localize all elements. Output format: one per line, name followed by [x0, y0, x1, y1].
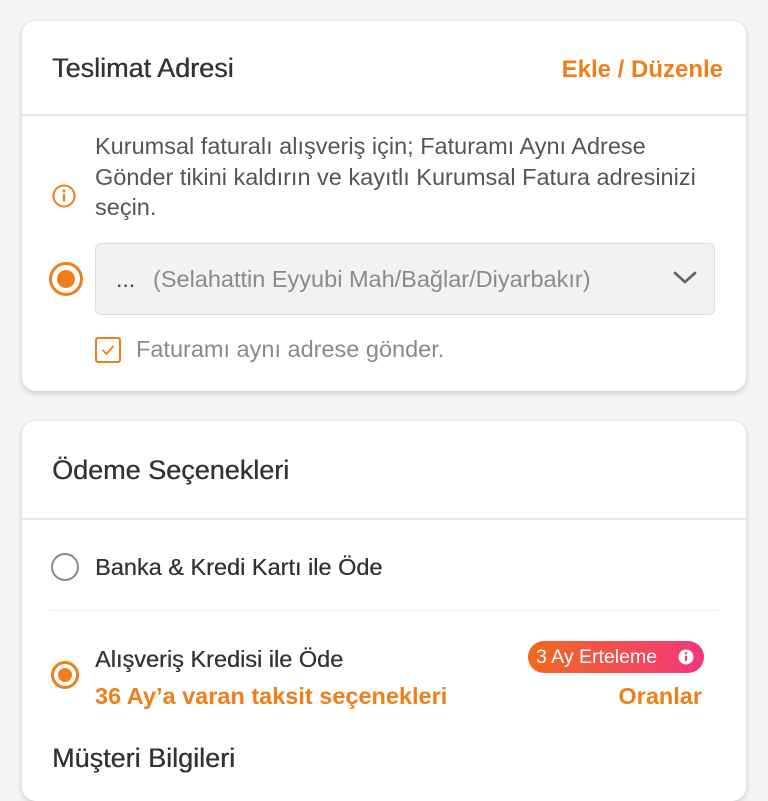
installment-subtitle: 36 Ay’a varan taksit seçenekleri	[95, 683, 448, 709]
info-text: Kurumsal faturalı alışveriş için; Fatura…	[95, 133, 696, 220]
customer-info-title: Müşteri Bilgileri	[52, 743, 236, 773]
address-value: (Selahattin Eyyubi Mah/Bağlar/Diyarbakır…	[153, 266, 591, 292]
rates-link[interactable]: Oranlar	[618, 683, 702, 710]
info-icon	[52, 184, 76, 208]
address-select[interactable]: ... (Selahattin Eyyubi Mah/Bağlar/Diyarb…	[95, 243, 715, 315]
add-edit-address-link[interactable]: Ekle / Düzenle	[562, 56, 723, 84]
delivery-title: Teslimat Adresi	[52, 53, 234, 83]
bank-card-radio[interactable]	[51, 553, 79, 581]
address-prefix: ...	[116, 266, 136, 292]
payment-title: Ödeme Seçenekleri	[52, 455, 290, 485]
payment-options-card: Ödeme Seçenekleri Banka & Kredi Kartı il…	[22, 421, 746, 801]
info-badge-icon	[678, 649, 694, 665]
same-address-checkbox[interactable]	[95, 337, 121, 363]
shopping-credit-option-label[interactable]: Alışveriş Kredisi ile Öde	[95, 646, 343, 673]
deferral-badge[interactable]: 3 Ay Erteleme	[528, 641, 704, 673]
deferral-badge-label: 3 Ay Erteleme	[536, 646, 658, 668]
delivery-header: Teslimat Adresi Ekle / Düzenle	[22, 21, 746, 116]
shopping-credit-radio[interactable]	[51, 661, 79, 689]
same-address-label: Faturamı aynı adrese gönder.	[136, 336, 445, 362]
delivery-address-card: Teslimat Adresi Ekle / Düzenle Kurumsal …	[22, 21, 746, 391]
check-icon	[102, 345, 114, 355]
option-divider	[50, 610, 718, 611]
payment-header: Ödeme Seçenekleri	[22, 421, 746, 520]
bank-card-option-label[interactable]: Banka & Kredi Kartı ile Öde	[95, 554, 382, 581]
address-radio[interactable]	[49, 262, 83, 296]
chevron-down-icon	[673, 271, 697, 284]
